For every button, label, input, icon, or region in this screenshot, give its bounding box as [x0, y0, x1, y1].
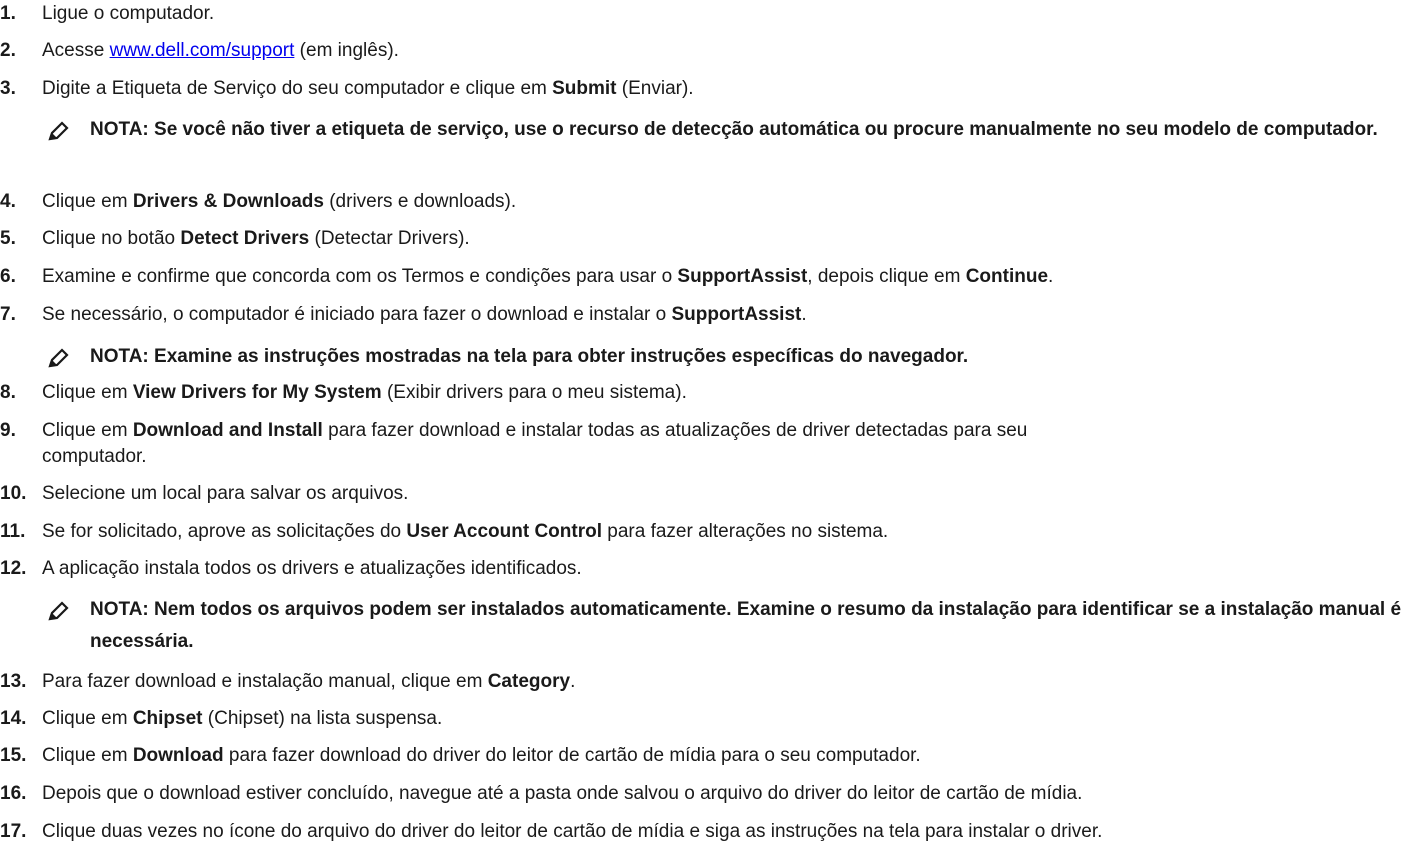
- step-text: Para fazer download e instalação manual,…: [42, 671, 576, 692]
- note-pencil-icon: [48, 114, 90, 152]
- step-17: 17. Clique duas vezes no ícone do arquiv…: [0, 821, 1102, 843]
- step-4: 4. Clique em Drivers & Downloads (driver…: [0, 191, 516, 213]
- step-text: Clique em Download para fazer download d…: [42, 745, 921, 766]
- step-9: 9. Clique em Download and Install para f…: [0, 420, 1027, 442]
- step-text: Depois que o download estiver concluído,…: [42, 783, 1083, 804]
- step-text: Digite a Etiqueta de Serviço do seu comp…: [42, 78, 694, 99]
- step-13: 13. Para fazer download e instalação man…: [0, 671, 575, 693]
- step-2: 2. Acesse www.dell.com/support (em inglê…: [0, 40, 399, 62]
- note-text: NOTA: Nem todos os arquivos podem ser in…: [90, 599, 1402, 652]
- step-text: Clique em Chipset (Chipset) na lista sus…: [42, 708, 443, 729]
- step-number: 3.: [0, 78, 16, 99]
- step-16: 16. Depois que o download estiver conclu…: [0, 783, 1082, 805]
- step-text: Clique no botão Detect Drivers (Detectar…: [42, 228, 470, 249]
- step-12: 12. A aplicação instala todos os drivers…: [0, 558, 582, 580]
- step-text: A aplicação instala todos os drivers e a…: [42, 558, 582, 579]
- note-text: NOTA: Examine as instruções mostradas na…: [90, 346, 969, 367]
- step-11: 11. Se for solicitado, aprove as solicit…: [0, 521, 888, 543]
- step-1: 1. Ligue o computador.: [0, 3, 214, 25]
- note-pencil-icon: [48, 594, 90, 658]
- step-9-continuation: computador.: [42, 446, 147, 467]
- note-manual-install: NOTA: Nem todos os arquivos podem ser in…: [48, 594, 1410, 658]
- step-number: 2.: [0, 40, 16, 61]
- step-text: Ligue o computador.: [42, 3, 215, 24]
- note-service-tag: NOTA: Se você não tiver a etiqueta de se…: [48, 114, 1410, 152]
- step-5: 5. Clique no botão Detect Drivers (Detec…: [0, 228, 470, 250]
- step-text: Acesse www.dell.com/support (em inglês).: [42, 40, 399, 61]
- step-number: 12.: [0, 558, 27, 579]
- step-number: 10.: [0, 483, 27, 504]
- step-number: 6.: [0, 266, 16, 287]
- step-number: 5.: [0, 228, 16, 249]
- step-text: Se necessário, o computador é iniciado p…: [42, 304, 807, 325]
- dell-support-link[interactable]: www.dell.com/support: [110, 40, 295, 61]
- step-number: 16.: [0, 783, 27, 804]
- step-number: 11.: [0, 521, 26, 542]
- step-text: Selecione um local para salvar os arquiv…: [42, 483, 409, 504]
- step-number: 4.: [0, 191, 16, 212]
- step-10: 10. Selecione um local para salvar os ar…: [0, 483, 408, 505]
- note-text: NOTA: Se você não tiver a etiqueta de se…: [90, 119, 1378, 140]
- step-number: 14.: [0, 708, 27, 729]
- document-page: 1. Ligue o computador. 2. Acesse www.del…: [0, 0, 1411, 857]
- step-number: 9.: [0, 420, 16, 441]
- step-8: 8. Clique em View Drivers for My System …: [0, 382, 687, 404]
- note-browser: NOTA: Examine as instruções mostradas na…: [48, 341, 1410, 379]
- step-number: 8.: [0, 382, 16, 403]
- step-text: Se for solicitado, aprove as solicitaçõe…: [42, 521, 889, 542]
- step-3: 3. Digite a Etiqueta de Serviço do seu c…: [0, 78, 694, 100]
- step-number: 13.: [0, 671, 27, 692]
- step-number: 15.: [0, 745, 27, 766]
- step-text: Clique duas vezes no ícone do arquivo do…: [42, 821, 1103, 842]
- step-6: 6. Examine e confirme que concorda com o…: [0, 266, 1053, 288]
- note-pencil-icon: [48, 341, 90, 379]
- step-15: 15. Clique em Download para fazer downlo…: [0, 745, 921, 767]
- step-text: Examine e confirme que concorda com os T…: [42, 266, 1054, 287]
- step-14: 14. Clique em Chipset (Chipset) na lista…: [0, 708, 442, 730]
- step-number: 17.: [0, 821, 27, 842]
- step-7: 7. Se necessário, o computador é iniciad…: [0, 304, 807, 326]
- step-text: Clique em Download and Install para faze…: [42, 420, 1028, 441]
- step-text: Clique em Drivers & Downloads (drivers e…: [42, 191, 517, 212]
- step-number: 7.: [0, 304, 16, 325]
- step-text: Clique em View Drivers for My System (Ex…: [42, 382, 687, 403]
- step-number: 1.: [0, 3, 16, 24]
